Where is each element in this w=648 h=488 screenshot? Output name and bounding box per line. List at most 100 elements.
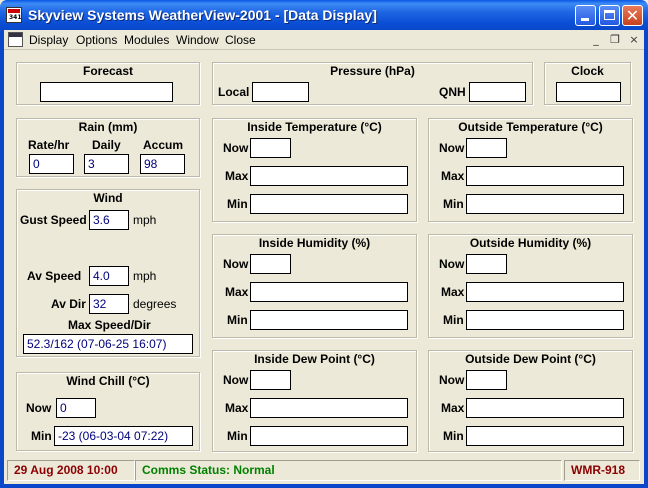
inside-temp-now-label: Now [223,141,249,155]
outside-dewpoint-max-label: Max [441,401,465,415]
wind-max-label: Max Speed/Dir [68,318,151,332]
mdi-close-icon[interactable]: × [626,32,642,48]
clock-title: Clock [571,64,604,78]
outside-humidity-group: Outside Humidity (%) Now Max Min [428,234,633,338]
app-weather-icon[interactable]: 341 [6,7,22,23]
window-frame-bottom [0,484,648,488]
inside-temp-now-field [250,138,291,158]
inside-dewpoint-max-field [250,398,408,418]
inside-temp-max-field [250,166,408,186]
outside-humidity-min-field [466,310,624,330]
outside-temp-group: Outside Temperature (°C) Now Max Min [428,118,633,222]
outside-temp-title: Outside Temperature (°C) [458,120,603,134]
inside-humidity-group: Inside Humidity (%) Now Max Min [212,234,417,338]
outside-humidity-max-field [466,282,624,302]
outside-humidity-min-label: Min [443,313,464,327]
inside-dewpoint-min-field [250,426,408,446]
outside-temp-now-label: Now [439,141,465,155]
menu-window[interactable]: Window [176,33,219,47]
windchill-now-label: Now [26,401,52,415]
wind-gust-field: 3.6 [89,210,129,230]
forecast-field [40,82,173,102]
status-datetime: 29 Aug 2008 10:00 [7,460,135,481]
status-bar: 29 Aug 2008 10:00 Comms Status: Normal W… [4,458,644,484]
inside-temp-min-label: Min [227,197,248,211]
inside-temp-max-label: Max [225,169,249,183]
outside-temp-max-label: Max [441,169,465,183]
close-icon: ✕ [625,6,640,25]
pressure-qnh-field [469,82,526,102]
outside-temp-min-field [466,194,624,214]
pressure-local-field [252,82,309,102]
windchill-min-field: -23 (06-03-04 07:22) [54,426,193,446]
outside-dewpoint-max-field [466,398,624,418]
forecast-group: Forecast [16,62,200,105]
outside-dewpoint-title: Outside Dew Point (°C) [465,352,596,366]
mdi-minimize-icon[interactable]: _ [588,32,604,48]
outside-humidity-now-label: Now [439,257,465,271]
menu-display[interactable]: Display [29,33,68,47]
menu-modules[interactable]: Modules [124,33,169,47]
maximize-icon [604,10,615,20]
wind-gust-label: Gust Speed [20,213,87,227]
pressure-qnh-label: QNH [439,85,466,99]
windchill-title: Wind Chill (°C) [66,374,150,388]
status-comms: Comms Status: Normal [135,460,562,481]
rain-rate-field: 0 [29,154,74,174]
menu-options[interactable]: Options [76,33,117,47]
status-station: WMR-918 [564,460,640,481]
outside-dewpoint-min-field [466,426,624,446]
menu-bar: Display Options Modules Window Close _ ❐… [4,30,644,50]
wind-avspeed-field: 4.0 [89,266,129,286]
mdi-restore-icon[interactable]: ❐ [607,32,623,48]
document-icon[interactable] [8,32,23,47]
rain-daily-label: Daily [92,138,121,152]
outside-dewpoint-now-field [466,370,507,390]
inside-temp-group: Inside Temperature (°C) Now Max Min [212,118,417,222]
maximize-button[interactable] [599,5,620,26]
close-button[interactable]: ✕ [622,5,643,26]
inside-dewpoint-max-label: Max [225,401,249,415]
window-frame-right [644,30,648,488]
wind-group: Wind Gust Speed 3.6 mph Av Speed 4.0 mph… [16,189,200,357]
inside-humidity-max-label: Max [225,285,249,299]
rain-accum-label: Accum [143,138,184,152]
inside-dewpoint-now-field [250,370,291,390]
rain-title: Rain (mm) [78,120,138,134]
window-title: Skyview Systems WeatherView-2001 - [Data… [28,7,377,23]
inside-temp-title: Inside Temperature (°C) [247,120,382,134]
minimize-button[interactable] [575,5,596,26]
inside-dewpoint-now-label: Now [223,373,249,387]
inside-humidity-title: Inside Humidity (%) [258,236,371,250]
pressure-title: Pressure (hPa) [330,64,415,78]
windchill-min-label: Min [31,429,52,443]
outside-humidity-title: Outside Humidity (%) [469,236,592,250]
wind-title: Wind [93,191,123,205]
wind-gust-unit: mph [133,213,157,227]
outside-temp-min-label: Min [443,197,464,211]
outside-dewpoint-now-label: Now [439,373,465,387]
outside-dewpoint-min-label: Min [443,429,464,443]
rain-accum-field: 98 [140,154,185,174]
minimize-icon [581,18,589,21]
menu-close[interactable]: Close [225,33,256,47]
outside-temp-now-field [466,138,507,158]
inside-dewpoint-min-label: Min [227,429,248,443]
forecast-title: Forecast [82,64,134,78]
wind-avdir-field: 32 [89,294,129,314]
wind-avspeed-unit: mph [133,269,157,283]
pressure-local-label: Local [218,85,250,99]
windchill-group: Wind Chill (°C) Now 0 Min -23 (06-03-04 … [16,372,200,451]
clock-group: Clock [544,62,631,105]
inside-humidity-now-label: Now [223,257,249,271]
inside-humidity-now-field [250,254,291,274]
inside-humidity-min-field [250,310,408,330]
inside-temp-min-field [250,194,408,214]
rain-group: Rain (mm) Rate/hr Daily Accum 0 3 98 [16,118,200,177]
wind-avdir-unit: degrees [133,297,177,311]
data-display-client: Forecast Pressure (hPa) Local QNH Clock … [4,51,644,456]
clock-field [556,82,621,102]
outside-temp-max-field [466,166,624,186]
outside-humidity-max-label: Max [441,285,465,299]
title-bar[interactable]: 341 Skyview Systems WeatherView-2001 - [… [0,0,648,30]
